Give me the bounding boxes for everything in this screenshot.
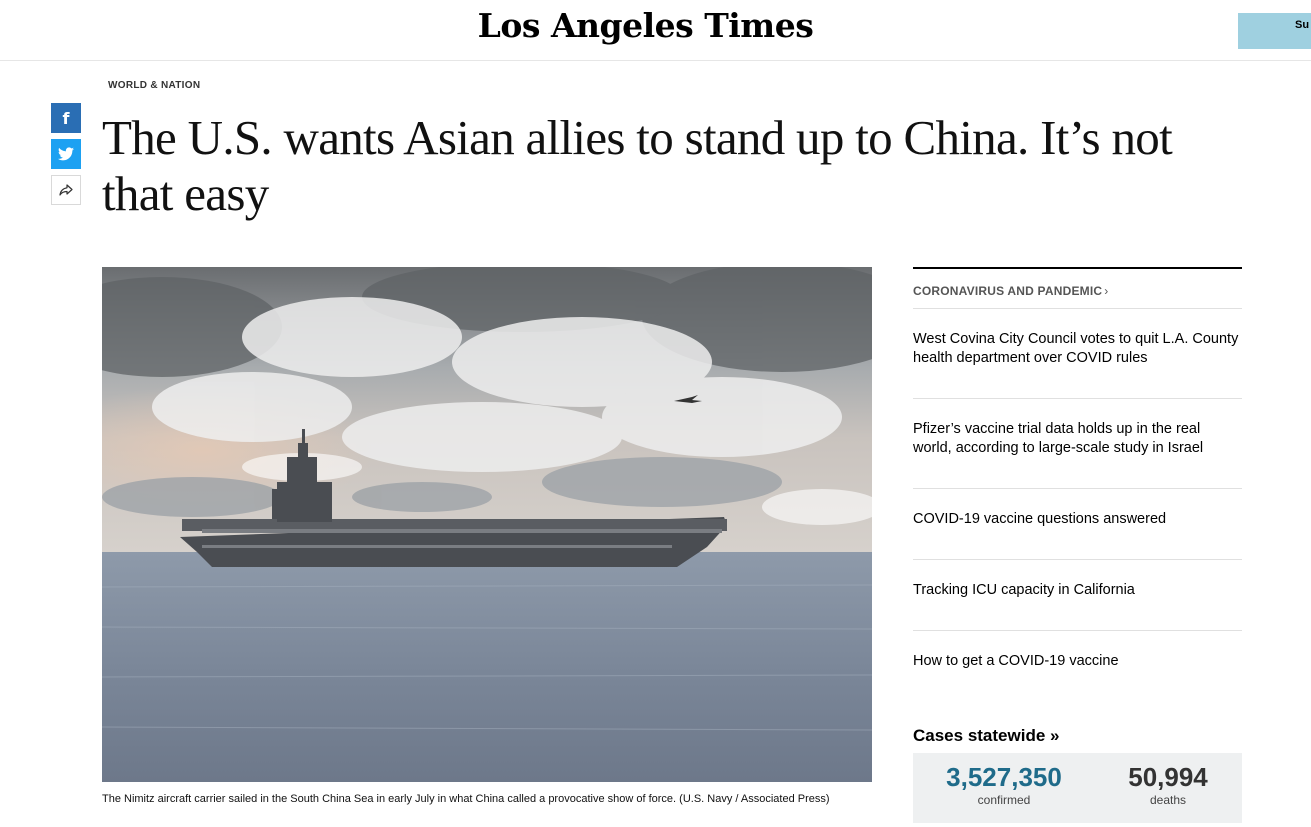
photo-caption: The Nimitz aircraft carrier sailed in th… — [102, 793, 830, 805]
deaths-value: 50,994 — [1128, 762, 1208, 792]
cases-stats-box: 3,527,350 confirmed 50,994 deaths — [913, 753, 1242, 823]
deaths-label: deaths — [1149, 793, 1187, 807]
subscribe-button[interactable]: Su $ — [1238, 13, 1311, 49]
twitter-share-button[interactable] — [51, 139, 81, 169]
confirmed-label: confirmed — [977, 793, 1031, 807]
sidebar-item-pfizer[interactable]: Pfizer’s vaccine trial data holds up in … — [913, 399, 1242, 489]
chevron-right-icon: › — [1104, 284, 1109, 298]
site-logo[interactable]: Los Angeles Times — [0, 6, 1291, 45]
facebook-share-button[interactable]: f — [51, 103, 81, 133]
aircraft-carrier-photo[interactable] — [102, 267, 872, 782]
sidebar-item-get-vaccine[interactable]: How to get a COVID-19 vaccine — [913, 631, 1242, 702]
twitter-icon — [58, 147, 74, 161]
facebook-icon: f — [62, 108, 70, 128]
sidebar-heading-label: CORONAVIRUS AND PANDEMIC — [913, 284, 1103, 298]
confirmed-stat: 3,527,350 confirmed — [943, 763, 1065, 807]
share-arrow-icon — [59, 184, 73, 196]
coronavirus-sidebar: CORONAVIRUS AND PANDEMIC › West Covina Ci… — [913, 267, 1242, 823]
section-label[interactable]: WORLD & NATION — [108, 80, 200, 91]
cases-statewide-link[interactable]: Cases statewide » — [913, 726, 1242, 746]
confirmed-value: 3,527,350 — [946, 762, 1062, 792]
article-headline: The U.S. wants Asian allies to stand up … — [102, 110, 1173, 221]
sidebar-item-icu-capacity[interactable]: Tracking ICU capacity in California — [913, 560, 1242, 631]
share-button[interactable] — [51, 175, 81, 205]
sidebar-heading[interactable]: CORONAVIRUS AND PANDEMIC › — [913, 269, 1242, 309]
deaths-stat: 50,994 deaths — [1113, 763, 1223, 807]
sidebar-item-vaccine-questions[interactable]: COVID-19 vaccine questions answered — [913, 489, 1242, 560]
sidebar-item-west-covina[interactable]: West Covina City Council votes to quit L… — [913, 309, 1242, 399]
masthead: Los Angeles Times Su $ — [0, 0, 1311, 61]
